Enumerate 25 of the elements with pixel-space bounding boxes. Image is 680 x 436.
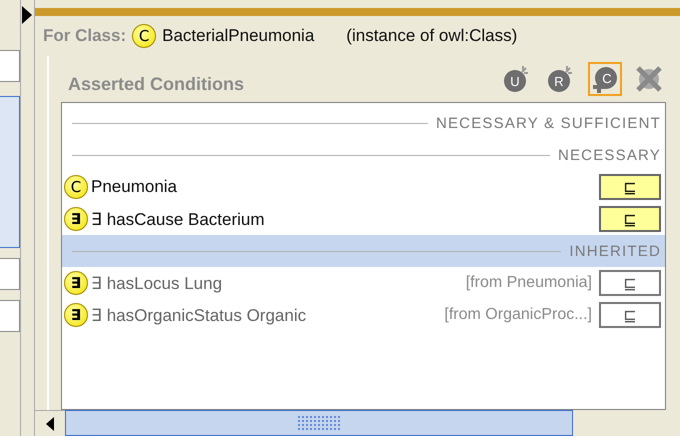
condition-label[interactable]: ∃ hasCause Bacterium	[91, 208, 596, 230]
condition-label[interactable]: ∃ hasLocus Lung	[91, 272, 463, 294]
restriction-icon: ∃	[64, 303, 88, 327]
class-icon: C	[64, 175, 88, 199]
inherited-source: [from Pneumonia]	[466, 274, 592, 292]
condition-label[interactable]: ∃ hasOrganicStatus Organic	[91, 304, 442, 326]
section-title: Asserted Conditions	[68, 74, 244, 94]
class-name: BacterialPneumonia	[162, 26, 314, 46]
subclass-button[interactable]: ⊑	[599, 206, 661, 232]
condition-label[interactable]: Pneumonia	[91, 177, 596, 197]
inherited-source: [from OrganicProc...]	[444, 306, 592, 324]
subclass-button[interactable]: ⊑	[599, 174, 661, 200]
restriction-icon: ∃	[64, 207, 88, 231]
section-header[interactable]: INHERITED	[62, 235, 665, 267]
subclass-button[interactable]: ⊑	[599, 270, 661, 296]
subclass-button[interactable]: ⊑	[599, 302, 661, 328]
type-note: (instance of owl:Class)	[346, 26, 518, 46]
class-icon: C	[132, 24, 156, 48]
section-header[interactable]: NECESSARY & SUFFICIENT	[62, 107, 665, 139]
section-header[interactable]: NECESSARY	[62, 139, 665, 171]
scroll-left-icon[interactable]	[46, 416, 54, 430]
scroll-thumb[interactable]	[65, 410, 573, 436]
delete-icon	[635, 65, 663, 93]
restriction-icon: ∃	[64, 271, 88, 295]
class-label: For Class:	[43, 26, 126, 46]
